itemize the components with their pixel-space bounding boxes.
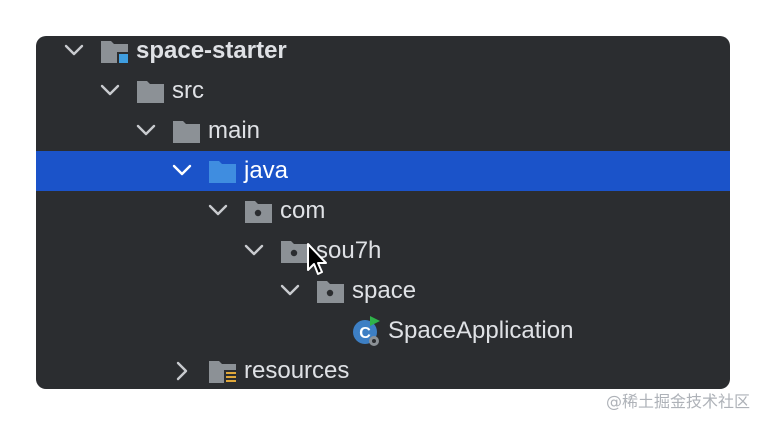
chevron-right-icon[interactable] [168,351,196,389]
folder-icon [137,81,164,103]
tree-row-space-starter[interactable]: space-starter [36,36,730,71]
tree-item-label: space [352,277,417,304]
tree-row-sou7h[interactable]: sou7h [36,231,730,271]
tree-item-label: SpaceApplication [388,317,574,344]
chevron-down-icon[interactable] [240,231,268,271]
tree-row-resources[interactable]: resources [36,351,730,389]
chevron-down-icon[interactable] [168,151,196,191]
package-icon [245,201,272,223]
module-folder-icon [101,41,128,63]
mouse-pointer-icon [307,243,327,275]
chevron-down-icon[interactable] [204,191,232,231]
resources-folder-icon [209,361,236,385]
spring-boot-class-icon: C [353,316,380,346]
project-tree-panel: space-starter src main java com sou7h sp… [36,36,730,389]
folder-icon [173,121,200,143]
watermark-text: @稀土掘金技术社区 [606,392,751,411]
tree-row-src[interactable]: src [36,71,730,111]
tree-row-java[interactable]: java [36,151,730,191]
chevron-down-icon[interactable] [96,71,124,111]
tree-item-label: space-starter [136,37,287,64]
tree-row-com[interactable]: com [36,191,730,231]
source-root-folder-icon [209,161,236,183]
chevron-down-icon[interactable] [60,36,88,71]
tree-item-label: main [208,117,261,144]
tree-item-label: java [244,157,289,184]
chevron-down-icon[interactable] [276,271,304,311]
tree-row-space[interactable]: space [36,271,730,311]
tree-item-label: src [172,77,204,104]
tree-row-space-application[interactable]: C SpaceApplication [36,311,730,351]
tree-row-main[interactable]: main [36,111,730,151]
tree-item-label: resources [244,357,350,384]
chevron-down-icon[interactable] [132,111,160,151]
package-icon [317,281,344,303]
tree-item-label: com [280,197,326,224]
